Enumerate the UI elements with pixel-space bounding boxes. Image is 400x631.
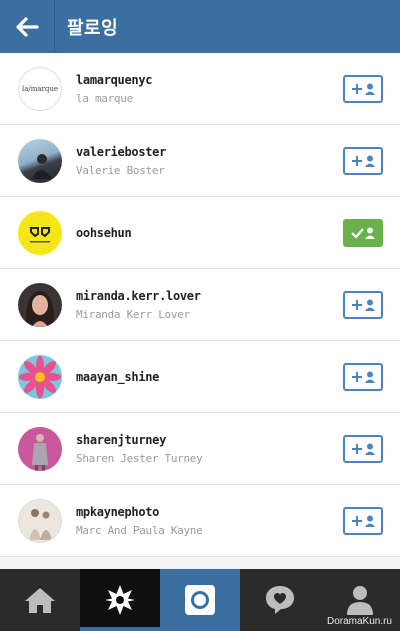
app-header: 팔로잉	[0, 0, 400, 53]
add-user-icon	[352, 83, 375, 95]
username[interactable]: miranda.kerr.lover	[76, 289, 343, 303]
tab-camera[interactable]	[160, 569, 240, 631]
following-button[interactable]	[343, 218, 383, 247]
follow-button[interactable]	[343, 362, 383, 391]
page-title: 팔로잉	[67, 17, 119, 39]
username[interactable]: valerieboster	[76, 145, 343, 159]
back-arrow-icon	[16, 16, 39, 37]
full-name: la marque	[76, 91, 133, 105]
add-user-icon	[352, 443, 375, 455]
avatar-photo	[32, 433, 48, 471]
list-item[interactable]: oohsehun	[0, 197, 400, 269]
following-list[interactable]: la/marque lamarquenyc la marque valerieb…	[0, 53, 400, 569]
home-icon	[25, 588, 55, 613]
tab-activity[interactable]	[240, 569, 320, 631]
avatar-logo	[30, 226, 50, 242]
full-name: Sharen Jester Turney	[76, 451, 203, 465]
avatar-photo	[32, 153, 52, 179]
add-user-icon	[352, 371, 375, 383]
avatar[interactable]	[18, 426, 62, 471]
list-item[interactable]: maayan_shine	[0, 341, 400, 413]
list-item[interactable]: mpkaynephoto Marc And Paula Kayne	[0, 485, 400, 557]
list-item[interactable]: la/marque lamarquenyc la marque	[0, 53, 400, 125]
watermark: DoramaKun.ru	[326, 616, 392, 627]
username[interactable]: maayan_shine	[76, 370, 343, 384]
back-button[interactable]	[0, 0, 54, 53]
profile-icon	[347, 586, 373, 615]
list-item[interactable]: sharenjturney Sharen Jester Turney	[0, 413, 400, 485]
activity-heart-icon	[266, 586, 294, 614]
follow-button[interactable]	[343, 74, 383, 103]
full-name: Miranda Kerr Lover	[76, 307, 190, 321]
username[interactable]: sharenjturney	[76, 433, 343, 447]
following-check-icon	[351, 227, 375, 239]
avatar-photo	[29, 508, 52, 540]
header-divider	[54, 0, 55, 53]
list-item[interactable]: valerieboster Valerie Boster	[0, 125, 400, 197]
follow-button[interactable]	[343, 290, 383, 319]
avatar-flower	[19, 355, 61, 398]
username[interactable]: oohsehun	[76, 226, 343, 240]
bottom-tab-bar: DoramaKun.ru	[0, 569, 400, 631]
avatar-logo-text: la/marque	[21, 84, 59, 93]
follow-button[interactable]	[343, 434, 383, 463]
add-user-icon	[352, 155, 375, 167]
avatar[interactable]	[18, 282, 62, 327]
add-user-icon	[352, 299, 375, 311]
full-name: Valerie Boster	[76, 163, 165, 177]
avatar[interactable]	[18, 138, 62, 183]
camera-icon	[185, 585, 215, 615]
full-name: Marc And Paula Kayne	[76, 523, 203, 537]
explore-star-icon	[105, 585, 135, 615]
follow-button[interactable]	[343, 146, 383, 175]
avatar[interactable]	[18, 210, 62, 255]
avatar[interactable]	[18, 354, 62, 399]
username[interactable]: mpkaynephoto	[76, 505, 343, 519]
tab-explore[interactable]	[80, 569, 160, 631]
avatar-photo	[25, 290, 55, 327]
tab-home[interactable]	[0, 569, 80, 631]
username[interactable]: lamarquenyc	[76, 73, 343, 87]
list-item[interactable]: miranda.kerr.lover Miranda Kerr Lover	[0, 269, 400, 341]
avatar[interactable]: la/marque	[18, 66, 62, 111]
add-user-icon	[352, 515, 375, 527]
avatar[interactable]	[18, 498, 62, 543]
follow-button[interactable]	[343, 506, 383, 535]
